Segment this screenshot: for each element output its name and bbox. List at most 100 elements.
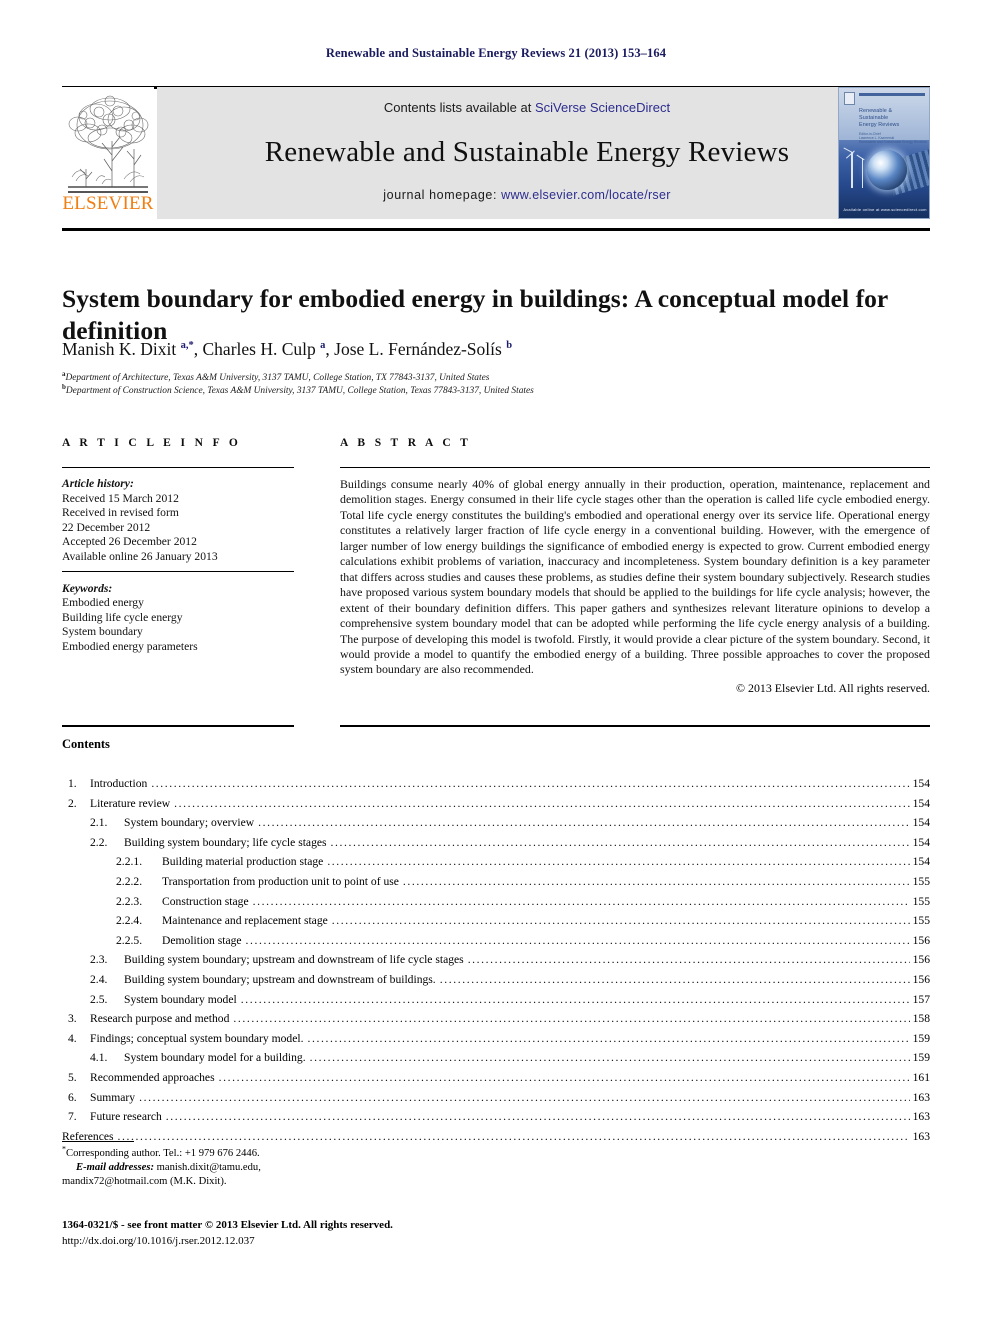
- toc-entry-label: Maintenance and replacement stage: [162, 914, 328, 928]
- toc-entry-page: 155: [912, 874, 930, 888]
- email-label: E-mail addresses:: [76, 1162, 154, 1174]
- toc-entry-number: 1.: [68, 777, 77, 790]
- abstract-top-rule: [340, 467, 930, 468]
- toc-entry-label: Building system boundary; upstream and d…: [124, 972, 436, 986]
- toc-entry[interactable]: 2.2.4. Maintenance and replacement stage.…: [62, 911, 930, 931]
- toc-entry-page: 155: [912, 914, 930, 928]
- contents-lists-prefix: Contents lists available at: [383, 100, 535, 115]
- toc-entry[interactable]: 2.1. System boundary; overview...........…: [62, 813, 930, 833]
- toc-entry-label: Building system boundary; life cycle sta…: [124, 835, 327, 849]
- toc-entry-label: System boundary model for a building.: [124, 1051, 306, 1065]
- toc-leader-dots: ........................................…: [139, 1090, 910, 1104]
- article-history-block: Article history: Received 15 March 2012 …: [62, 477, 294, 565]
- doi-link[interactable]: http://dx.doi.org/10.1016/j.rser.2012.12…: [62, 1234, 562, 1250]
- homepage-prefix: journal homepage:: [383, 188, 502, 202]
- sciencedirect-link[interactable]: SciVerse ScienceDirect: [535, 100, 670, 115]
- toc-entry-label: Building material production stage: [162, 855, 324, 869]
- toc-entry-number: 2.2.4.: [116, 914, 143, 928]
- toc-entry[interactable]: 2.2.5. Demolition stage..................…: [62, 931, 930, 951]
- elsevier-logo: ELSEVIER: [62, 87, 154, 219]
- toc-leader-dots: ........................................…: [330, 835, 910, 849]
- toc-entry[interactable]: 2.2.2. Transportation from production uni…: [62, 872, 930, 892]
- toc-leader-dots: ........................................…: [151, 777, 909, 790]
- toc-entry-label: Building system boundary; upstream and d…: [124, 953, 464, 967]
- journal-title: Renewable and Sustainable Energy Reviews: [264, 136, 790, 168]
- toc-leader-dots: ........................................…: [252, 894, 910, 908]
- toc-leader-dots: ........................................…: [439, 972, 910, 986]
- toc-entry[interactable]: 4.1. System boundary model for a building…: [62, 1048, 930, 1068]
- affiliation-b: bDepartment of Construction Science, Tex…: [62, 383, 892, 398]
- toc-leader-dots: ........................................…: [233, 1012, 909, 1026]
- toc-entry-page: 154: [912, 777, 930, 790]
- keyword-item: Building life cycle energy: [62, 610, 183, 624]
- toc-entry[interactable]: 1. Introduction..........................…: [62, 774, 930, 794]
- toc-entry[interactable]: References..............................…: [62, 1127, 930, 1147]
- history-item: Accepted 26 December 2012: [62, 535, 197, 549]
- keywords-block: Keywords: Embodied energy Building life …: [62, 582, 294, 655]
- contents-lists-line: Contents lists available at SciVerse Sci…: [157, 100, 897, 115]
- toc-entry-page: 155: [912, 894, 930, 908]
- toc-entry[interactable]: 2.2. Building system boundary; life cycle…: [62, 833, 930, 853]
- abstract-bottom-rule: [340, 725, 930, 727]
- toc-leader-dots: ........................................…: [467, 953, 910, 967]
- toc-entry[interactable]: 6. Summary...............................…: [62, 1088, 930, 1108]
- toc-entry-page: 156: [912, 953, 930, 967]
- toc-leader-dots: ........................................…: [240, 992, 910, 1006]
- cover-wind-turbine-icon: [851, 152, 853, 188]
- toc-entry-page: 158: [912, 1012, 930, 1026]
- journal-homepage-line: journal homepage: www.elsevier.com/locat…: [157, 188, 897, 202]
- toc-entry-number: 4.1.: [90, 1051, 108, 1065]
- journal-cover-thumbnail[interactable]: Renewable & Sustainable Energy Reviews E…: [838, 87, 930, 219]
- email-address-1[interactable]: manish.dixit@tamu.edu,: [157, 1162, 261, 1173]
- cover-wind-turbine-icon: [862, 158, 864, 188]
- toc-entry-label: Future research: [90, 1110, 162, 1124]
- homepage-url-link[interactable]: www.elsevier.com/locate/rser: [501, 188, 671, 202]
- toc-entry[interactable]: 2.4. Building system boundary; upstream a…: [62, 970, 930, 990]
- affiliation-text-a: Department of Architecture, Texas A&M Un…: [65, 373, 490, 383]
- toc-entry[interactable]: 7. Future research.......................…: [62, 1107, 930, 1127]
- toc-entry[interactable]: 2.2.3. Construction stage................…: [62, 892, 930, 912]
- toc-entry[interactable]: 2. Literature review.....................…: [62, 794, 930, 814]
- toc-entry[interactable]: 4. Findings; conceptual system boundary m…: [62, 1029, 930, 1049]
- cover-elsevier-mark-icon: [844, 92, 855, 105]
- issn-line: 1364-0321/$ - see front matter © 2013 El…: [62, 1219, 393, 1231]
- banner-bottom-rule: [62, 228, 930, 231]
- toc-entry-number: 2.2.5.: [116, 933, 143, 947]
- keyword-item: System boundary: [62, 625, 143, 639]
- toc-entry-number: 2.5.: [90, 992, 108, 1006]
- email-line-2[interactable]: mandix72@hotmail.com (M.K. Dixit).: [62, 1175, 462, 1189]
- toc-entry[interactable]: 5. Recommended approaches................…: [62, 1068, 930, 1088]
- cover-journal-note: Renewable and Sustainable Energy Reviews: [859, 140, 927, 144]
- toc-entry[interactable]: 2.3. Building system boundary; upstream a…: [62, 950, 930, 970]
- toc-entry-number: 7.: [68, 1110, 77, 1124]
- toc-entry[interactable]: 3. Research purpose and method...........…: [62, 1009, 930, 1029]
- email-line-1: E-mail addresses: manish.dixit@tamu.edu,: [62, 1161, 462, 1175]
- toc-entry-label: Research purpose and method: [90, 1012, 230, 1026]
- elsevier-wordmark: ELSEVIER: [62, 193, 154, 214]
- toc-leader-dots: ........................................…: [117, 1129, 910, 1143]
- toc-entry[interactable]: 2.2.1. Building material production stage…: [62, 852, 930, 872]
- keywords-label: Keywords:: [62, 581, 113, 595]
- toc-entry-page: 159: [912, 1051, 930, 1065]
- article-first-page: Renewable and Sustainable Energy Reviews…: [0, 0, 992, 1323]
- article-info-column: A R T I C L E I N F O Article history: R…: [62, 437, 294, 655]
- toc-leader-dots: ........................................…: [331, 914, 910, 928]
- history-item: Available online 26 January 2013: [62, 549, 218, 563]
- article-history-label: Article history:: [62, 477, 134, 490]
- corresponding-author-note: *Corresponding author. Tel.: +1 979 676 …: [62, 1145, 462, 1161]
- abstract-text: Buildings consume nearly 40% of global e…: [340, 477, 930, 677]
- abstract-copyright: © 2013 Elsevier Ltd. All rights reserved…: [736, 680, 930, 695]
- toc-entry[interactable]: 2.5. System boundary model...............…: [62, 990, 930, 1010]
- toc-entry-number: 2.1.: [90, 816, 108, 830]
- toc-entry-page: 154: [912, 816, 930, 830]
- toc-entry-number: 2.4.: [90, 972, 108, 986]
- author-list: Manish K. Dixit a,*, Charles H. Culp a, …: [62, 339, 513, 359]
- toc-entry-label: System boundary; overview: [124, 816, 255, 830]
- toc-entry-label: Introduction: [90, 777, 148, 790]
- toc-entry-label: Summary: [90, 1090, 136, 1104]
- abstract-column: A B S T R A C T Buildings consume nearly…: [340, 437, 930, 696]
- toc-entry-page: 159: [912, 1031, 930, 1045]
- toc-entry-number: 4.: [68, 1031, 77, 1045]
- toc-entry-label: References: [62, 1129, 114, 1143]
- abstract-heading: A B S T R A C T: [340, 437, 472, 449]
